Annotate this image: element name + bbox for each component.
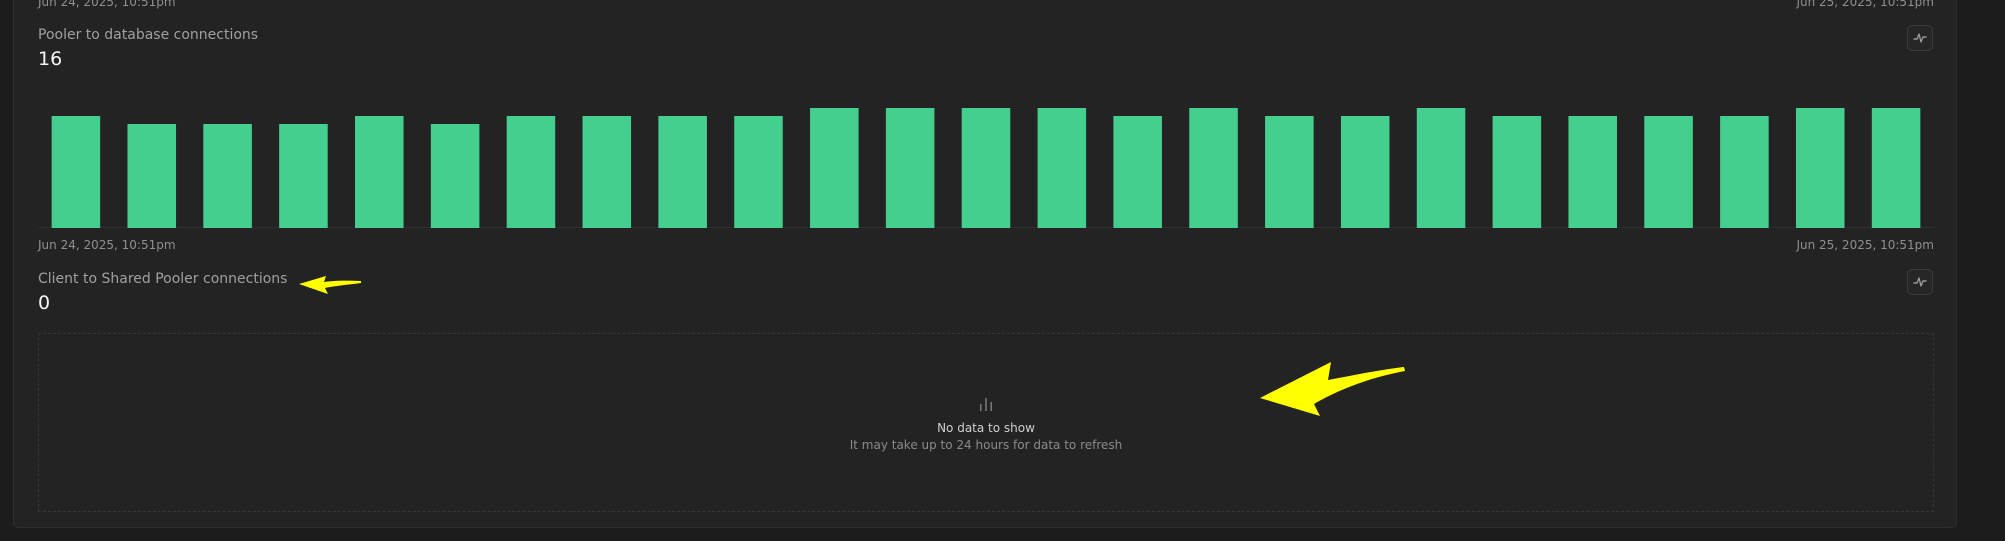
chart-bar-19[interactable]	[1416, 108, 1466, 228]
chart-bar-15[interactable]	[1113, 116, 1162, 228]
chart-bar-22[interactable]	[1644, 116, 1693, 228]
chart-bar-6[interactable]	[430, 124, 480, 228]
chart-bar-12[interactable]	[885, 108, 935, 228]
chart-bar-16[interactable]	[1189, 108, 1238, 228]
chart-bar-13[interactable]	[961, 108, 1011, 228]
chart1-bar-chart	[38, 108, 1934, 228]
annotation-arrow-small	[299, 276, 361, 294]
activity-icon	[1913, 33, 1927, 43]
chart-bar-24[interactable]	[1795, 108, 1845, 228]
chart-bar-1[interactable]	[51, 116, 101, 228]
chart-bar-7[interactable]	[506, 116, 556, 228]
chart1-start-date: Jun 24, 2025, 10:51pm	[38, 238, 176, 252]
chart-bar-25[interactable]	[1871, 108, 1921, 228]
chart-bar-9[interactable]	[658, 116, 707, 228]
chart-bar-2[interactable]	[127, 124, 177, 228]
chart2-value: 0	[38, 292, 51, 314]
empty-state-subtitle: It may take up to 24 hours for data to r…	[849, 438, 1123, 452]
chart2-title: Client to Shared Pooler connections	[38, 271, 288, 287]
chart1-end-date-top: Jun 25, 2025, 10:51pm	[1796, 0, 1934, 9]
empty-state-title: No data to show	[937, 421, 1035, 435]
chart1-toggle-button[interactable]	[1907, 25, 1933, 51]
bar-chart-icon	[980, 398, 992, 411]
activity-icon	[1913, 277, 1927, 287]
chart-bar-14[interactable]	[1037, 108, 1087, 228]
chart-bar-21[interactable]	[1568, 116, 1617, 228]
annotation-arrow-large	[1260, 362, 1405, 416]
chart-bar-18[interactable]	[1340, 116, 1390, 228]
chart1-value: 16	[38, 48, 63, 70]
chart-bar-3[interactable]	[203, 124, 252, 228]
chart1-end-date: Jun 25, 2025, 10:51pm	[1796, 238, 1934, 252]
chart1-title: Pooler to database connections	[38, 27, 259, 43]
chart-bar-8[interactable]	[582, 116, 632, 228]
chart-bar-10[interactable]	[734, 116, 783, 228]
chart-bar-5[interactable]	[355, 116, 404, 228]
chart-bar-11[interactable]	[810, 108, 859, 228]
chart-bar-17[interactable]	[1265, 116, 1314, 228]
chart-bar-4[interactable]	[279, 124, 328, 228]
chart-bar-23[interactable]	[1720, 116, 1769, 228]
chart2-toggle-button[interactable]	[1907, 269, 1933, 295]
chart-bar-20[interactable]	[1492, 116, 1542, 228]
chart1-start-date-top: Jun 24, 2025, 10:51pm	[38, 0, 176, 9]
